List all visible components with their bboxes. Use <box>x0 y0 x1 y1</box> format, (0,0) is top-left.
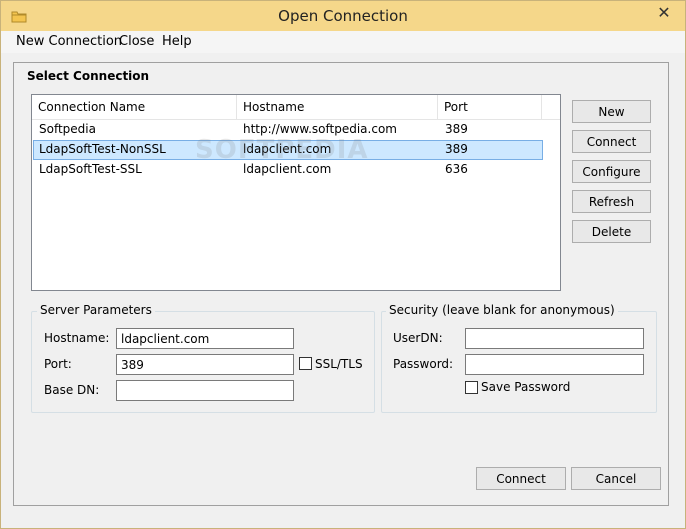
connect-side-button[interactable]: Connect <box>572 130 651 153</box>
port-input[interactable] <box>116 354 294 375</box>
new-button[interactable]: New <box>572 100 651 123</box>
cancel-button[interactable]: Cancel <box>571 467 661 490</box>
close-icon[interactable]: ✕ <box>649 1 679 23</box>
hostname-input[interactable] <box>116 328 294 349</box>
select-connection-title: Select Connection <box>27 69 150 83</box>
server-parameters-title: Server Parameters <box>37 303 155 317</box>
cell-connection-name: LdapSoftTest-NonSSL <box>39 142 166 156</box>
column-header-port[interactable]: Port <box>438 95 542 120</box>
security-title: Security (leave blank for anonymous) <box>386 303 618 317</box>
connection-list[interactable]: Connection Name Hostname Port Softpedia … <box>31 94 561 291</box>
cell-connection-name: LdapSoftTest-SSL <box>39 162 142 176</box>
column-header-hostname[interactable]: Hostname <box>237 95 438 120</box>
menu-close[interactable]: Close <box>119 34 154 49</box>
delete-button[interactable]: Delete <box>572 220 651 243</box>
password-input[interactable] <box>465 354 644 375</box>
menu-help[interactable]: Help <box>162 34 192 49</box>
softpedia-watermark: SOFTPEDIA <box>195 135 369 165</box>
configure-button[interactable]: Configure <box>572 160 651 183</box>
ssl-tls-label: SSL/TLS <box>315 357 363 371</box>
cell-port: 636 <box>445 162 468 176</box>
hostname-label: Hostname: <box>44 331 110 345</box>
cell-port: 389 <box>445 122 468 136</box>
userdn-label: UserDN: <box>393 331 443 345</box>
base-dn-input[interactable] <box>116 380 294 401</box>
column-header-connection-name[interactable]: Connection Name <box>32 95 237 120</box>
open-connection-window: Open Connection ✕ New Connection Close H… <box>0 0 686 529</box>
list-header: Connection Name Hostname Port <box>32 95 560 120</box>
menu-new-connection[interactable]: New Connection <box>16 34 122 49</box>
cell-hostname: http://www.softpedia.com <box>243 122 397 136</box>
password-label: Password: <box>393 357 454 371</box>
userdn-input[interactable] <box>465 328 644 349</box>
connect-button[interactable]: Connect <box>476 467 566 490</box>
title-bar: Open Connection ✕ <box>1 1 685 31</box>
refresh-button[interactable]: Refresh <box>572 190 651 213</box>
ssl-tls-checkbox[interactable] <box>299 357 312 370</box>
save-password-checkbox[interactable] <box>465 381 478 394</box>
menu-bar: New Connection Close Help <box>1 31 685 53</box>
cell-port: 389 <box>445 142 468 156</box>
base-dn-label: Base DN: <box>44 383 100 397</box>
window-title: Open Connection <box>278 7 408 25</box>
save-password-label: Save Password <box>481 380 571 394</box>
port-label: Port: <box>44 357 72 371</box>
cell-connection-name: Softpedia <box>39 122 96 136</box>
